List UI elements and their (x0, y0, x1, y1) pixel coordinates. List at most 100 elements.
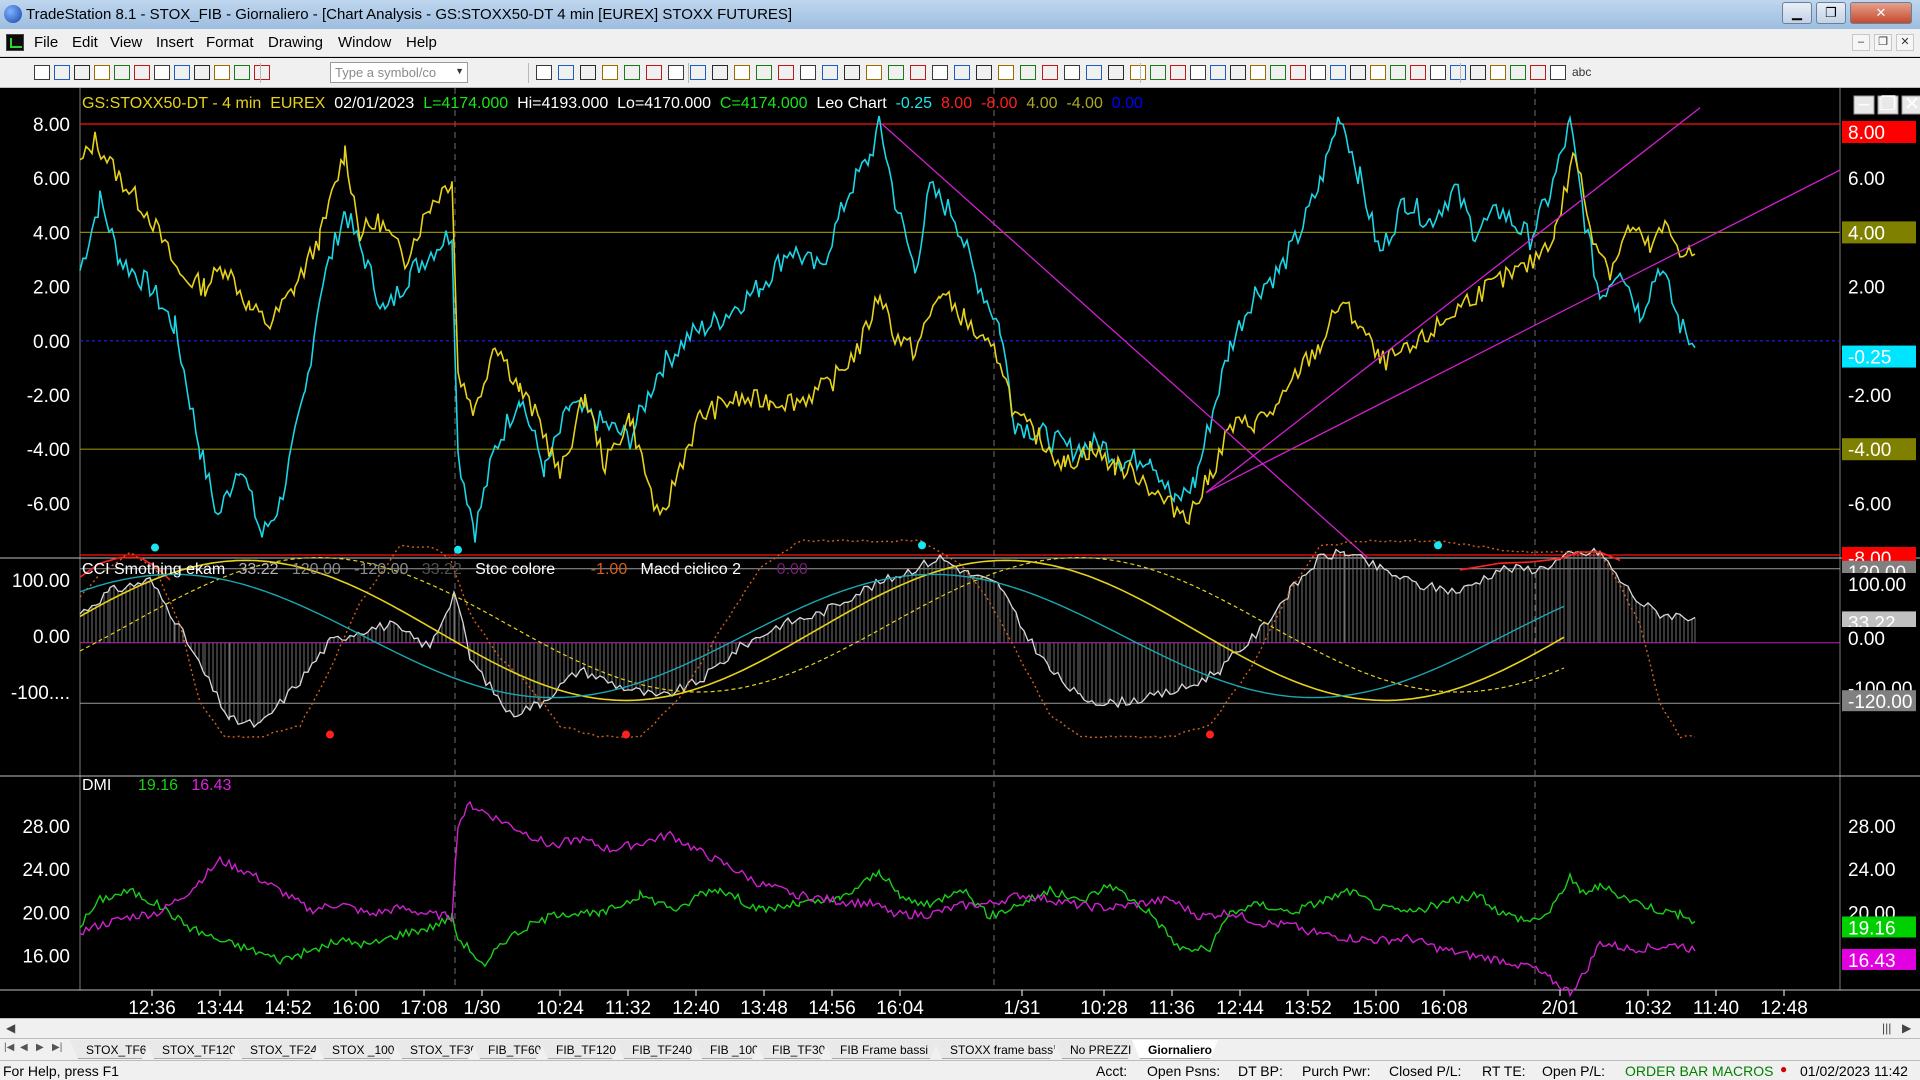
text-tool-button[interactable]: abc (1572, 65, 1591, 79)
toolbar-tool-icon[interactable] (1450, 65, 1466, 80)
toolbar-tool-icon[interactable] (888, 65, 904, 80)
toolbar-tool-icon[interactable] (234, 65, 250, 80)
scroll-left-icon[interactable]: ◀ (6, 1021, 15, 1035)
tab-giornaliero[interactable]: Giornaliero (1132, 1040, 1218, 1059)
tab-stox-100[interactable]: STOX _100 (316, 1040, 398, 1059)
toolbar-tool-icon[interactable] (800, 65, 816, 80)
tab-first-button[interactable]: |◀ (4, 1042, 18, 1053)
symbol-input[interactable]: Type a symbol/co (330, 62, 468, 83)
menu-format[interactable]: Format (206, 34, 254, 51)
tab-stox-tf30[interactable]: STOX_TF30 (394, 1040, 476, 1059)
toolbar-tool-icon[interactable] (254, 65, 270, 80)
toolbar-tool-icon[interactable] (1170, 65, 1186, 80)
tab-stox-tf240[interactable]: STOX_TF240 (234, 1040, 320, 1059)
toolbar-tool-icon[interactable] (1330, 65, 1346, 80)
toolbar-tool-icon[interactable] (214, 65, 230, 80)
toolbar-tool-icon[interactable] (1190, 65, 1206, 80)
tab-last-button[interactable]: ▶| (52, 1042, 66, 1053)
menu-window[interactable]: Window (338, 34, 391, 51)
toolbar-tool-icon[interactable] (1390, 65, 1406, 80)
toolbar-tool-icon[interactable] (194, 65, 210, 80)
toolbar-tool-icon[interactable] (668, 65, 684, 80)
toolbar-tool-icon[interactable] (910, 65, 926, 80)
toolbar-tool-icon[interactable] (1430, 65, 1446, 80)
toolbar-tool-icon[interactable] (1490, 65, 1506, 80)
toolbar-tool-icon[interactable] (54, 65, 70, 80)
macros-button[interactable]: MACROS (1712, 1063, 1773, 1079)
toolbar-tool-icon[interactable] (954, 65, 970, 80)
toolbar-tool-icon[interactable] (1086, 65, 1102, 80)
toolbar-tool-icon[interactable] (1108, 65, 1124, 80)
toolbar-tool-icon[interactable] (1350, 65, 1366, 80)
tab-next-button[interactable]: ▶ (36, 1042, 50, 1053)
toolbar-tool-icon[interactable] (1510, 65, 1526, 80)
chart-analysis[interactable]: 8.00 6.00 4.00 2.00 0.00 -2.00 -4.00 -6.00 6.00 2… (0, 88, 1920, 1023)
toolbar-tool-icon[interactable] (822, 65, 838, 80)
toolbar-tool-icon[interactable] (976, 65, 992, 80)
toolbar-tool-icon[interactable] (1530, 65, 1546, 80)
toolbar-tool-icon[interactable] (1020, 65, 1036, 80)
toolbar-tool-icon[interactable] (174, 65, 190, 80)
toolbar-tool-icon[interactable] (1130, 65, 1146, 80)
tab-stox-tf60[interactable]: STOX_TF60 (70, 1040, 150, 1059)
order-bar-button[interactable]: ORDER BAR (1625, 1063, 1708, 1079)
chart-window-icon[interactable] (6, 34, 24, 51)
menu-file[interactable]: File (34, 34, 58, 51)
toolbar-tool-icon[interactable] (624, 65, 640, 80)
maximize-button[interactable]: ❐ (1816, 2, 1846, 24)
tab-fib-frame-bassi[interactable]: FIB Frame bassi (824, 1040, 938, 1059)
tab-no-prezzi[interactable]: No PREZZI (1054, 1040, 1136, 1059)
tab-fib-100[interactable]: FIB _100 (694, 1040, 760, 1059)
toolbar-tool-icon[interactable] (94, 65, 110, 80)
scroll-thumb-icon[interactable]: ||| (1882, 1021, 1891, 1035)
toolbar-tool-icon[interactable] (844, 65, 860, 80)
chart-canvas[interactable]: 8.00 6.00 4.00 2.00 0.00 -2.00 -4.00 -6.00 6.00 2… (0, 88, 1920, 1018)
toolbar-tool-icon[interactable] (34, 65, 50, 80)
menu-edit[interactable]: Edit (72, 34, 98, 51)
menu-help[interactable]: Help (406, 34, 437, 51)
toolbar-tool-icon[interactable] (1470, 65, 1486, 80)
toolbar-tool-icon[interactable] (1210, 65, 1226, 80)
toolbar-tool-icon[interactable] (1550, 65, 1566, 80)
scroll-right-icon[interactable]: ▶ (1902, 1021, 1911, 1035)
close-button[interactable]: ✕ (1850, 2, 1912, 24)
toolbar-tool-icon[interactable] (1310, 65, 1326, 80)
toolbar-tool-icon[interactable] (1250, 65, 1266, 80)
toolbar-tool-icon[interactable] (712, 65, 728, 80)
menu-view[interactable]: View (110, 34, 142, 51)
toolbar-tool-icon[interactable] (932, 65, 948, 80)
toolbar-tool-icon[interactable] (74, 65, 90, 80)
tab-fib-tf60[interactable]: FIB_TF60 (472, 1040, 544, 1059)
toolbar-tool-icon[interactable] (1042, 65, 1058, 80)
tab-prev-button[interactable]: ◀ (20, 1042, 34, 1053)
toolbar-tool-icon[interactable] (1150, 65, 1166, 80)
toolbar-tool-icon[interactable] (1290, 65, 1306, 80)
toolbar-tool-icon[interactable] (558, 65, 574, 80)
toolbar-tool-icon[interactable] (690, 65, 706, 80)
chart-scrollbar[interactable]: ◀ ||| ▶ (0, 1018, 1920, 1038)
toolbar-tool-icon[interactable] (756, 65, 772, 80)
tab-stox-tf120[interactable]: STOX_TF120 (146, 1040, 238, 1059)
toolbar-tool-icon[interactable] (1270, 65, 1286, 80)
toolbar-tool-icon[interactable] (998, 65, 1014, 80)
toolbar-tool-icon[interactable] (580, 65, 596, 80)
toolbar-tool-icon[interactable] (778, 65, 794, 80)
tab-fib-tf240[interactable]: FIB_TF240 (616, 1040, 698, 1059)
toolbar-tool-icon[interactable] (1370, 65, 1386, 80)
mdi-minimize-button[interactable]: – (1852, 34, 1870, 51)
toolbar-tool-icon[interactable] (1410, 65, 1426, 80)
minimize-button[interactable]: ▁ (1782, 2, 1812, 24)
tab-stoxx-frame-bassi[interactable]: STOXX frame bassi (934, 1040, 1058, 1059)
toolbar-tool-icon[interactable] (1230, 65, 1246, 80)
toolbar-tool-icon[interactable] (602, 65, 618, 80)
menu-insert[interactable]: Insert (156, 34, 194, 51)
tab-fib-tf120[interactable]: FIB_TF120 (540, 1040, 620, 1059)
toolbar-tool-icon[interactable] (536, 65, 552, 80)
toolbar-tool-icon[interactable] (154, 65, 170, 80)
toolbar-tool-icon[interactable] (646, 65, 662, 80)
toolbar-tool-icon[interactable] (134, 65, 150, 80)
toolbar-tool-icon[interactable] (1064, 65, 1080, 80)
toolbar-tool-icon[interactable] (114, 65, 130, 80)
toolbar-tool-icon[interactable] (866, 65, 882, 80)
mdi-restore-button[interactable]: ❐ (1874, 34, 1892, 51)
